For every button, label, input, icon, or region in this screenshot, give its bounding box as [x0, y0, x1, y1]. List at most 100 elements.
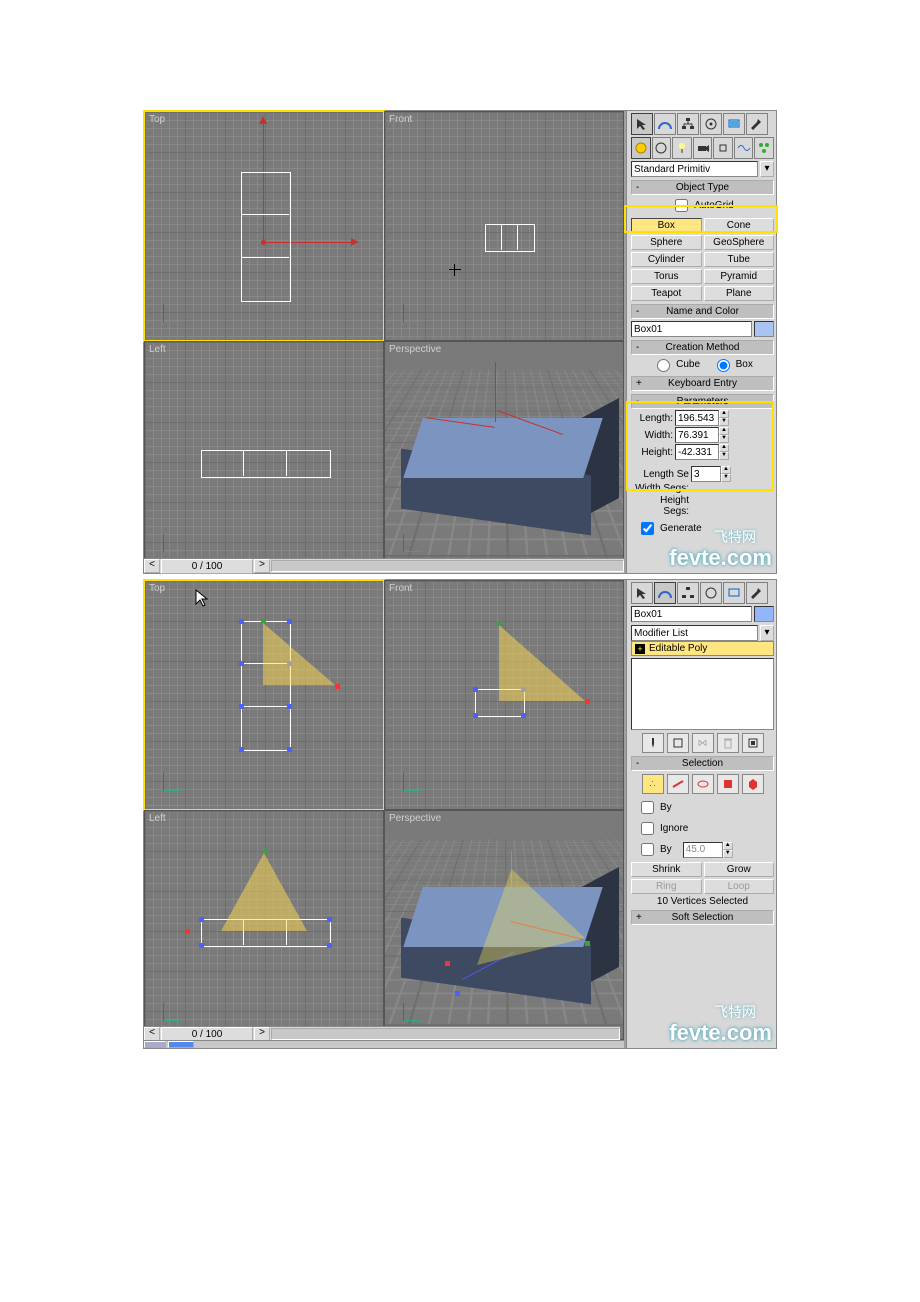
height-spinner[interactable]: -42.331▲▼: [675, 444, 729, 460]
viewport-front[interactable]: Front: [384, 111, 624, 341]
viewport-top[interactable]: Top: [144, 111, 384, 341]
primitive-sphere-button[interactable]: Sphere: [631, 235, 702, 250]
category-geometry[interactable]: [631, 137, 651, 159]
category-cameras[interactable]: [693, 137, 713, 159]
grow-button[interactable]: Grow: [704, 862, 775, 877]
frame-next-button[interactable]: >: [254, 559, 270, 573]
primitive-geosphere-button[interactable]: GeoSphere: [704, 235, 775, 250]
show-end-result-button[interactable]: [667, 733, 689, 753]
helper-icon: [716, 141, 730, 155]
viewport-label: Left: [149, 813, 166, 824]
dropdown-arrow-icon[interactable]: ▾: [760, 625, 774, 641]
category-spacewarps[interactable]: [734, 137, 754, 159]
viewport-perspective[interactable]: Perspective: [384, 810, 624, 1040]
object-color-swatch[interactable]: [754, 321, 774, 337]
primitive-plane-button[interactable]: Plane: [704, 286, 775, 301]
primitive-tube-button[interactable]: Tube: [704, 252, 775, 267]
hierarchy-icon: [681, 586, 695, 600]
tab-modify[interactable]: [654, 113, 676, 135]
trackbar[interactable]: [144, 1040, 624, 1048]
remove-modifier-button[interactable]: [717, 733, 739, 753]
tab-hierarchy[interactable]: [677, 582, 699, 604]
rollout-object-type[interactable]: -Object Type: [631, 180, 774, 195]
category-lights[interactable]: [672, 137, 692, 159]
stack-expand-icon[interactable]: +: [635, 644, 645, 654]
primitive-cylinder-button[interactable]: Cylinder: [631, 252, 702, 267]
viewport-left[interactable]: Left: [144, 810, 384, 1040]
primitive-teapot-button[interactable]: Teapot: [631, 286, 702, 301]
tab-utilities[interactable]: [746, 582, 768, 604]
creation-box-radio[interactable]: [717, 359, 730, 372]
modifier-stack-item[interactable]: + Editable Poly: [631, 641, 774, 656]
object-color-swatch[interactable]: [754, 606, 774, 622]
subobj-vertex-button[interactable]: ∴: [642, 774, 664, 794]
object-name-input[interactable]: Box01: [631, 606, 752, 622]
frame-prev-button[interactable]: <: [144, 1027, 160, 1041]
modifier-stack[interactable]: [631, 658, 774, 730]
frame-slider[interactable]: < 0 / 100 >: [144, 558, 624, 573]
dropdown-arrow-icon[interactable]: ▾: [760, 161, 774, 177]
modifier-list-dropdown[interactable]: Modifier List: [631, 625, 758, 641]
tab-create[interactable]: [631, 113, 653, 135]
tab-modify[interactable]: [654, 582, 676, 604]
frame-prev-button[interactable]: <: [144, 559, 160, 573]
tab-motion[interactable]: [700, 113, 722, 135]
wheel-icon: [704, 117, 718, 131]
length-segs-spinner[interactable]: 3▲▼: [691, 466, 731, 482]
frame-next-button[interactable]: >: [254, 1027, 270, 1041]
subobj-polygon-button[interactable]: [717, 774, 739, 794]
viewport-perspective[interactable]: Perspective: [384, 341, 624, 571]
object-name-input[interactable]: Box01: [631, 321, 752, 337]
rollout-parameters[interactable]: -Parameters: [631, 394, 774, 409]
creation-cube-radio[interactable]: [657, 359, 670, 372]
ignore-backfacing-checkbox[interactable]: [641, 822, 654, 835]
category-helpers[interactable]: [713, 137, 733, 159]
category-systems[interactable]: [754, 137, 774, 159]
by-angle-checkbox[interactable]: [641, 843, 654, 856]
rollout-keyboard-entry[interactable]: +Keyboard Entry: [631, 376, 774, 391]
primitive-box-button[interactable]: Box: [631, 218, 702, 233]
by-vertex-checkbox[interactable]: [641, 801, 654, 814]
angle-spinner[interactable]: 45.0▲▼: [683, 842, 733, 858]
ring-button[interactable]: Ring: [631, 879, 702, 894]
make-unique-button[interactable]: ⋈: [692, 733, 714, 753]
rollout-selection[interactable]: -Selection: [631, 756, 774, 771]
rollout-soft-selection[interactable]: +Soft Selection: [631, 910, 774, 925]
viewport-label: Perspective: [389, 813, 441, 824]
frame-display[interactable]: 0 / 100: [161, 559, 253, 574]
command-panel-modify: Box01 Modifier List ▾ + Editable Poly ⋈ …: [626, 580, 776, 1048]
primitive-torus-button[interactable]: Torus: [631, 269, 702, 284]
tab-utilities[interactable]: [746, 113, 768, 135]
pin-stack-button[interactable]: [642, 733, 664, 753]
primitive-cone-button[interactable]: Cone: [704, 218, 775, 233]
configure-sets-button[interactable]: [742, 733, 764, 753]
tab-create[interactable]: [631, 582, 653, 604]
primitive-pyramid-button[interactable]: Pyramid: [704, 269, 775, 284]
frame-slider[interactable]: < 0 / 100 >: [144, 1026, 620, 1041]
rollout-name-color[interactable]: -Name and Color: [631, 304, 774, 319]
subobj-element-button[interactable]: [742, 774, 764, 794]
rollout-creation-method[interactable]: -Creation Method: [631, 340, 774, 355]
tab-hierarchy[interactable]: [677, 113, 699, 135]
tab-display[interactable]: [723, 582, 745, 604]
category-shapes[interactable]: [652, 137, 672, 159]
tab-display[interactable]: [723, 113, 745, 135]
loop-button[interactable]: Loop: [704, 879, 775, 894]
hierarchy-icon: [681, 117, 695, 131]
watermark-cn: 飞特网: [714, 527, 756, 547]
length-spinner[interactable]: 196.543▲▼: [675, 410, 729, 426]
shrink-button[interactable]: Shrink: [631, 862, 702, 877]
viewport-top[interactable]: Top: [144, 580, 384, 810]
subobj-edge-button[interactable]: [667, 774, 689, 794]
tab-motion[interactable]: [700, 582, 722, 604]
autogrid-checkbox[interactable]: [675, 199, 688, 212]
viewport-left[interactable]: Left: [144, 341, 384, 571]
stack-result-icon: [671, 736, 685, 750]
width-spinner[interactable]: 76.391▲▼: [675, 427, 729, 443]
viewport-front[interactable]: Front: [384, 580, 624, 810]
light-icon: [675, 141, 689, 155]
generate-mapping-checkbox[interactable]: [641, 522, 654, 535]
subobj-border-button[interactable]: [692, 774, 714, 794]
primitive-type-dropdown[interactable]: Standard Primitiv: [631, 161, 758, 177]
move-gizmo[interactable]: [455, 851, 575, 971]
